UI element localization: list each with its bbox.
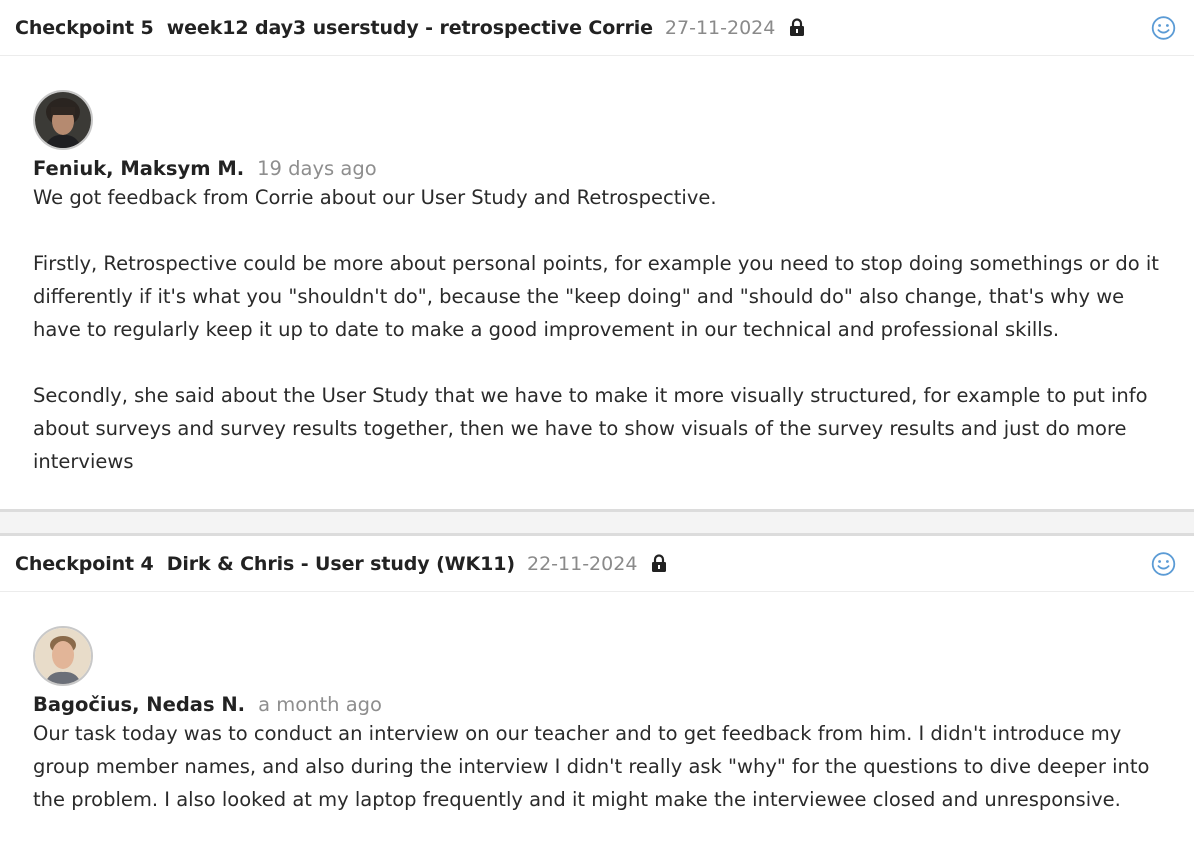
smiley-icon[interactable] (1151, 551, 1176, 576)
avatar[interactable] (33, 626, 93, 686)
smiley-icon[interactable] (1151, 15, 1176, 40)
author-line: Feniuk, Maksym M. 19 days ago (33, 157, 1161, 180)
comment: Feniuk, Maksym M. 19 days ago We got fee… (0, 56, 1194, 478)
section-divider (0, 509, 1194, 536)
checkpoint-4: Checkpoint 4 Dirk & Chris - User study (… (0, 536, 1194, 849)
comment-paragraph: Our task today was to conduct an intervi… (33, 722, 1150, 811)
comment-paragraph: Firstly, Retrospective could be more abo… (33, 252, 1159, 341)
comment: Bagočius, Nedas N. a month ago Our task … (0, 592, 1194, 816)
author-name[interactable]: Feniuk, Maksym M. (33, 157, 244, 180)
checkpoint-title[interactable]: Checkpoint 5 week12 day3 userstudy - ret… (15, 17, 653, 39)
comment-paragraph: We got feedback from Corrie about our Us… (33, 186, 717, 209)
checkpoint-header: Checkpoint 4 Dirk & Chris - User study (… (0, 536, 1194, 592)
lock-icon (789, 18, 806, 38)
lock-icon (651, 554, 668, 574)
avatar[interactable] (33, 90, 93, 150)
comment-paragraph: Secondly, she said about the User Study … (33, 384, 1148, 473)
checkpoint-5: Checkpoint 5 week12 day3 userstudy - ret… (0, 0, 1194, 509)
comment-body: We got feedback from Corrie about our Us… (33, 181, 1161, 478)
author-name[interactable]: Bagočius, Nedas N. (33, 693, 245, 716)
comment-body: Our task today was to conduct an intervi… (33, 717, 1161, 816)
checkpoint-header: Checkpoint 5 week12 day3 userstudy - ret… (0, 0, 1194, 56)
comment-timestamp: 19 days ago (257, 157, 377, 180)
author-line: Bagočius, Nedas N. a month ago (33, 693, 1161, 716)
checkpoint-date: 27-11-2024 (664, 16, 776, 39)
checkpoint-title[interactable]: Checkpoint 4 Dirk & Chris - User study (… (15, 553, 515, 575)
checkpoint-date: 22-11-2024 (526, 552, 638, 575)
comment-timestamp: a month ago (258, 693, 382, 716)
